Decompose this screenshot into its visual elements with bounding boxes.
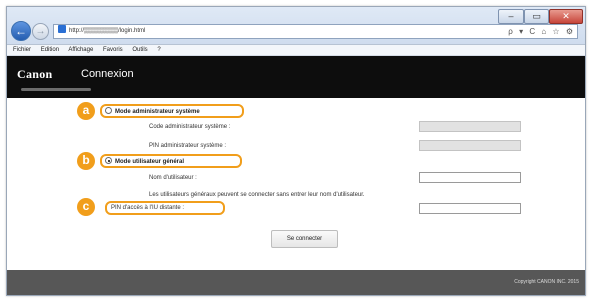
menu-file[interactable]: Fichier — [13, 47, 31, 53]
copyright-text: Copyright CANON INC. 2015 — [514, 279, 579, 285]
user-mode-label: Mode utilisateur général — [115, 159, 185, 165]
menu-edit[interactable]: Edition — [41, 47, 59, 53]
user-mode-radio[interactable] — [105, 157, 112, 164]
maximize-button[interactable]: ▭ — [524, 9, 549, 24]
marker-b: b — [77, 152, 95, 170]
search-icon[interactable]: ρ — [508, 27, 513, 36]
menu-bar: Fichier Edition Affichage Favoris Outils… — [7, 45, 585, 56]
close-button[interactable]: ✕ — [549, 9, 583, 24]
browser-window: – ▭ ✕ ← → http://▒▒▒▒▒▒▒▒/login.html ρ ▾… — [6, 6, 586, 296]
remote-pin-field[interactable] — [419, 203, 521, 214]
admin-pin-label: PIN administrateur système : — [149, 143, 227, 149]
page-favicon-icon — [58, 25, 66, 33]
admin-mode-radio[interactable] — [105, 107, 112, 114]
minimize-button[interactable]: – — [498, 9, 524, 24]
login-button[interactable]: Se connecter — [271, 230, 338, 248]
menu-view[interactable]: Affichage — [68, 47, 93, 53]
username-field[interactable] — [419, 172, 521, 183]
menu-tools[interactable]: Outils — [132, 47, 147, 53]
username-label: Nom d'utilisateur : — [149, 175, 197, 181]
address-bar[interactable]: http://▒▒▒▒▒▒▒▒/login.html ρ ▾ C ⌂ ☆ ⚙ — [53, 24, 578, 39]
marker-a: a — [77, 102, 95, 120]
address-tools: ρ ▾ C ⌂ ☆ ⚙ — [504, 25, 573, 38]
canon-logo: Canon — [17, 67, 53, 81]
menu-favorites[interactable]: Favoris — [103, 47, 123, 53]
header-device-name — [21, 88, 91, 91]
browser-titlebar: – ▭ ✕ ← → http://▒▒▒▒▒▒▒▒/login.html ρ ▾… — [7, 7, 585, 45]
page-footer: Copyright CANON INC. 2015 — [7, 270, 585, 295]
forward-button[interactable]: → — [32, 23, 49, 40]
admin-mode-radio-row[interactable]: Mode administrateur système — [105, 107, 200, 115]
gear-icon[interactable]: ⚙ — [566, 27, 573, 36]
admin-mode-label: Mode administrateur système — [115, 109, 200, 115]
admin-code-field — [419, 121, 521, 132]
remote-pin-label: PIN d'accès à l'IU distante : — [111, 205, 184, 211]
user-mode-radio-row[interactable]: Mode utilisateur général — [105, 157, 184, 165]
home-icon[interactable]: ⌂ — [541, 27, 546, 36]
address-url: http://▒▒▒▒▒▒▒▒/login.html — [69, 28, 146, 34]
page-header: Canon Connexion — [7, 56, 585, 98]
admin-pin-field — [419, 140, 521, 151]
menu-help[interactable]: ? — [157, 47, 160, 53]
marker-c: c — [77, 198, 95, 216]
refresh-icon[interactable]: C — [529, 27, 535, 36]
admin-code-label: Code administrateur système : — [149, 124, 231, 130]
dropdown-icon[interactable]: ▾ — [519, 27, 523, 36]
back-button[interactable]: ← — [11, 21, 31, 41]
page-title: Connexion — [81, 68, 134, 80]
star-icon[interactable]: ☆ — [552, 27, 559, 36]
user-mode-note: Les utilisateurs généraux peuvent se con… — [149, 192, 365, 198]
login-form: a Mode administrateur système Code admin… — [7, 98, 585, 262]
